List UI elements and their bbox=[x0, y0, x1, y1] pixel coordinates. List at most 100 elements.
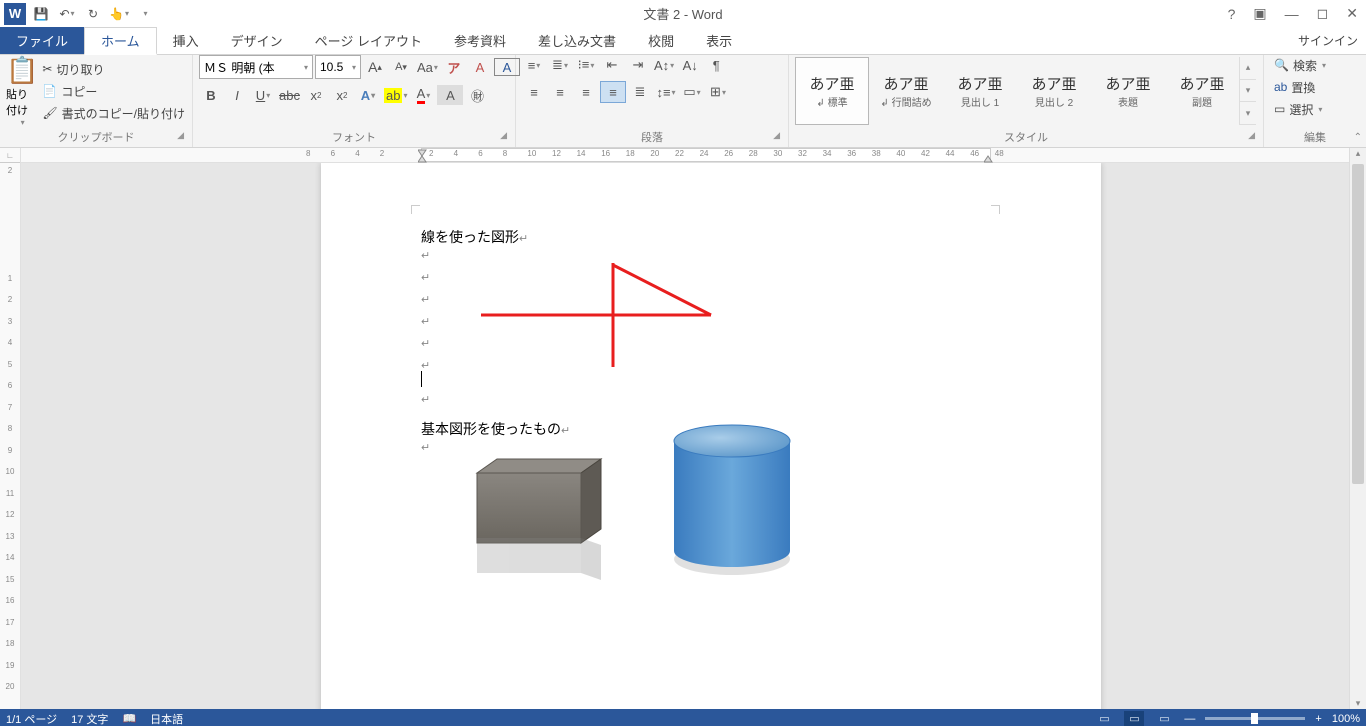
highlight-button[interactable]: ab▾ bbox=[382, 85, 409, 105]
tab-page-layout[interactable]: ページ レイアウト bbox=[299, 27, 438, 54]
zoom-out-button[interactable]: — bbox=[1184, 713, 1195, 725]
styles-scroll-up[interactable]: ▴ bbox=[1240, 57, 1256, 80]
numbering-button[interactable]: ≣▾ bbox=[548, 55, 572, 75]
subscript-button[interactable]: x2 bbox=[304, 85, 328, 105]
decrease-indent-button[interactable]: ⇤ bbox=[600, 55, 624, 75]
tab-references[interactable]: 参考資料 bbox=[438, 27, 522, 54]
bold-button[interactable]: B bbox=[199, 85, 223, 105]
replace-button[interactable]: ab置換 bbox=[1270, 77, 1319, 97]
distributed-button[interactable]: ≣ bbox=[628, 82, 652, 102]
format-painter-button[interactable]: 🖌書式のコピー/貼り付け bbox=[38, 103, 189, 123]
print-layout-button[interactable]: ▭ bbox=[1124, 711, 1144, 726]
grow-font-button[interactable]: A▴ bbox=[363, 57, 387, 77]
tab-home[interactable]: ホーム bbox=[84, 27, 157, 55]
align-left-button[interactable]: ≡ bbox=[522, 82, 546, 102]
underline-button[interactable]: U▾ bbox=[251, 85, 275, 105]
bullets-button[interactable]: ≡▾ bbox=[522, 55, 546, 75]
vertical-scrollbar[interactable]: ▴ ▾ bbox=[1349, 148, 1366, 709]
italic-button[interactable]: I bbox=[225, 85, 249, 105]
scrollbar-thumb[interactable] bbox=[1352, 164, 1364, 484]
zoom-level[interactable]: 100% bbox=[1332, 713, 1360, 725]
style-normal[interactable]: あア亜↲ 標準 bbox=[795, 57, 869, 125]
enclose-characters-button[interactable]: ㊖ bbox=[465, 85, 489, 105]
maximize-button[interactable]: ◻ bbox=[1313, 5, 1333, 22]
doc-text-line1[interactable]: 線を使った図形↵ bbox=[421, 227, 528, 247]
status-page[interactable]: 1/1 ページ bbox=[6, 711, 57, 726]
paragraph-dialog-launcher[interactable]: ◢ bbox=[773, 130, 780, 141]
align-center-button[interactable]: ≡ bbox=[548, 82, 572, 102]
change-case-button[interactable]: Aa▾ bbox=[415, 57, 440, 77]
status-language[interactable]: 日本語 bbox=[150, 711, 183, 726]
cube-shape[interactable] bbox=[471, 453, 611, 613]
select-button[interactable]: ▭選択▾ bbox=[1270, 99, 1326, 119]
read-mode-button[interactable]: ▭ bbox=[1094, 711, 1114, 726]
superscript-button[interactable]: x2 bbox=[330, 85, 354, 105]
style-no-spacing[interactable]: あア亜↲ 行間詰め bbox=[869, 57, 943, 125]
character-shading-button[interactable]: A bbox=[437, 85, 463, 105]
strikethrough-button[interactable]: abc bbox=[277, 85, 302, 105]
vertical-ruler[interactable]: ∟ 21234567891011121314151617181920 bbox=[0, 148, 21, 709]
proofing-icon[interactable]: 📖 bbox=[122, 712, 136, 725]
document-scroll-area[interactable]: 線を使った図形↵ ↵ ↵ ↵ ↵ ↵ ↵ ↵ 基本図形を使ったもの↵ ↵ bbox=[21, 163, 1349, 709]
tab-design[interactable]: デザイン bbox=[215, 27, 299, 54]
help-button[interactable]: ? bbox=[1224, 6, 1240, 22]
style-subtitle[interactable]: あア亜副題 bbox=[1165, 57, 1239, 125]
redo-button[interactable]: ↻ bbox=[82, 3, 104, 25]
shrink-font-button[interactable]: A▾ bbox=[389, 57, 413, 77]
zoom-in-button[interactable]: + bbox=[1315, 713, 1321, 725]
style-title[interactable]: あア亜表題 bbox=[1091, 57, 1165, 125]
sign-in-link[interactable]: サインイン bbox=[1298, 27, 1358, 54]
justify-button[interactable]: ≡ bbox=[600, 81, 626, 103]
minimize-button[interactable]: — bbox=[1281, 6, 1303, 22]
collapse-ribbon-button[interactable]: ⌃ bbox=[1354, 132, 1362, 143]
tab-mailings[interactable]: 差し込み文書 bbox=[522, 27, 632, 54]
paste-button[interactable]: 📋 貼り付け ▾ bbox=[6, 57, 38, 125]
tab-view[interactable]: 表示 bbox=[690, 27, 748, 54]
close-button[interactable]: ✕ bbox=[1342, 5, 1362, 22]
find-button[interactable]: 🔍検索▾ bbox=[1270, 55, 1330, 75]
font-size-selector[interactable]: 10.5▾ bbox=[315, 55, 361, 79]
copy-button[interactable]: 📄コピー bbox=[38, 81, 189, 101]
cut-button[interactable]: ✂切り取り bbox=[38, 59, 189, 79]
line-spacing-button[interactable]: ↕≡▾ bbox=[654, 82, 678, 102]
line-shape-drawing[interactable] bbox=[481, 263, 721, 373]
clipboard-dialog-launcher[interactable]: ◢ bbox=[177, 130, 184, 141]
horizontal-ruler[interactable]: 8642246810121416182022242628303234363840… bbox=[21, 148, 1349, 163]
scroll-down-button[interactable]: ▾ bbox=[1350, 698, 1366, 709]
web-layout-button[interactable]: ▭ bbox=[1154, 711, 1174, 726]
styles-more-button[interactable]: ▾ bbox=[1240, 102, 1256, 125]
tab-selector[interactable]: ∟ bbox=[0, 148, 20, 163]
doc-text-line2[interactable]: 基本図形を使ったもの↵ bbox=[421, 419, 570, 439]
shading-button[interactable]: ▭▾ bbox=[680, 82, 704, 102]
save-button[interactable]: 💾 bbox=[30, 3, 52, 25]
zoom-slider[interactable] bbox=[1205, 717, 1305, 720]
ribbon-display-button[interactable]: ▣ bbox=[1249, 5, 1270, 22]
font-name-selector[interactable]: ＭＳ 明朝 (本▾ bbox=[199, 55, 313, 79]
asian-layout-button[interactable]: A↕▾ bbox=[652, 55, 676, 75]
font-dialog-launcher[interactable]: ◢ bbox=[500, 130, 507, 141]
undo-button[interactable]: ↶▾ bbox=[56, 3, 78, 25]
styles-scroll-down[interactable]: ▾ bbox=[1240, 80, 1256, 103]
font-color-button[interactable]: A▾ bbox=[411, 85, 435, 105]
cylinder-shape[interactable] bbox=[666, 421, 806, 581]
touch-mode-button[interactable]: 👆▾ bbox=[108, 3, 130, 25]
multilevel-list-button[interactable]: ⁝≡▾ bbox=[574, 55, 598, 75]
style-heading1[interactable]: あア亜見出し 1 bbox=[943, 57, 1017, 125]
align-right-button[interactable]: ≡ bbox=[574, 82, 598, 102]
zoom-slider-thumb[interactable] bbox=[1251, 713, 1258, 724]
sort-button[interactable]: A↓ bbox=[678, 55, 702, 75]
show-marks-button[interactable]: ¶ bbox=[704, 55, 728, 75]
increase-indent-button[interactable]: ⇥ bbox=[626, 55, 650, 75]
styles-dialog-launcher[interactable]: ◢ bbox=[1248, 130, 1255, 141]
tab-review[interactable]: 校閲 bbox=[632, 27, 690, 54]
status-word-count[interactable]: 17 文字 bbox=[71, 711, 108, 726]
borders-button[interactable]: ⊞▾ bbox=[706, 82, 730, 102]
phonetic-guide-button[interactable]: ア bbox=[442, 57, 466, 77]
tab-file[interactable]: ファイル bbox=[0, 27, 84, 54]
clear-formatting-button[interactable]: A bbox=[468, 57, 492, 77]
qat-customize-button[interactable]: ▾ bbox=[134, 3, 156, 25]
tab-insert[interactable]: 挿入 bbox=[157, 27, 215, 54]
scroll-up-button[interactable]: ▴ bbox=[1350, 148, 1366, 159]
text-effects-button[interactable]: A▾ bbox=[356, 85, 380, 105]
style-heading2[interactable]: あア亜見出し 2 bbox=[1017, 57, 1091, 125]
